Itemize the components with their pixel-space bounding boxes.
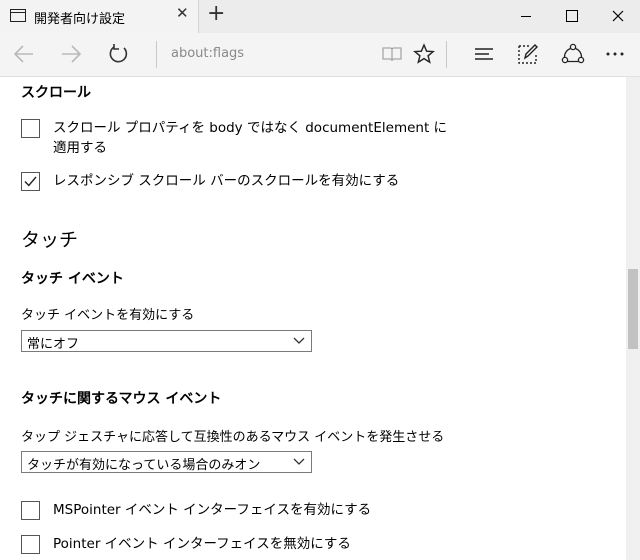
checkmark-icon	[24, 176, 37, 187]
back-icon[interactable]	[12, 43, 36, 65]
tab-title: 開発者向け設定	[34, 12, 126, 27]
flags-page-content: スクロール スクロール プロパティを body ではなく documentEle…	[0, 77, 626, 560]
share-icon[interactable]	[561, 43, 585, 65]
scroll-documentelement-checkbox[interactable]	[21, 119, 40, 138]
maximize-button[interactable]	[549, 0, 595, 32]
browser-tab[interactable]: 開発者向け設定 ✕	[0, 0, 199, 33]
scroll-heading: スクロール	[21, 85, 91, 101]
tab-page-icon	[10, 9, 26, 22]
touch-events-select[interactable]: 常にオフ	[21, 330, 312, 352]
tab-close-button[interactable]: ✕	[176, 6, 189, 21]
responsive-scrollbar-checkbox[interactable]	[21, 172, 40, 191]
more-icon[interactable]	[604, 43, 626, 65]
toolbar-separator	[446, 41, 447, 68]
touch-events-label: タッチ イベントを有効にする	[21, 308, 195, 323]
close-icon	[612, 10, 624, 22]
vertical-scrollbar[interactable]	[626, 77, 640, 560]
favorite-star-icon[interactable]	[413, 43, 435, 65]
responsive-scrollbar-label: レスポンシブ スクロール バーのスクロールを有効にする	[53, 173, 400, 189]
reading-view-icon[interactable]	[381, 43, 403, 65]
close-window-button[interactable]	[595, 0, 640, 32]
navigation-bar: about:flags	[0, 33, 640, 77]
web-note-icon[interactable]	[517, 43, 539, 65]
touch-mouse-select[interactable]: タッチが有効になっている場合のみオン	[21, 451, 312, 473]
mspointer-checkbox[interactable]	[21, 501, 40, 520]
touch-mouse-label: タップ ジェスチャに応答して互換性のあるマウス イベントを発生させる	[21, 430, 445, 445]
touch-mouse-heading: タッチに関するマウス イベント	[21, 391, 222, 407]
touch-category-heading: タッチ	[21, 229, 79, 251]
forward-icon[interactable]	[59, 43, 83, 65]
touch-events-heading: タッチ イベント	[21, 271, 124, 287]
touch-events-select-value: 常にオフ	[27, 337, 80, 352]
address-field[interactable]: about:flags	[171, 46, 244, 61]
hub-icon[interactable]	[473, 43, 497, 65]
address-separator	[156, 41, 157, 68]
minimize-button[interactable]	[503, 0, 549, 32]
refresh-icon[interactable]	[107, 43, 131, 65]
chevron-down-icon	[293, 337, 305, 344]
touch-mouse-select-value: タッチが有効になっている場合のみオン	[27, 458, 261, 473]
pointer-disable-label: Pointer イベント インターフェイスを無効にする	[53, 536, 351, 552]
scrollbar-thumb[interactable]	[628, 269, 638, 349]
tab-bar: 開発者向け設定 ✕ +	[0, 0, 640, 33]
pointer-disable-checkbox[interactable]	[21, 535, 40, 554]
mspointer-label: MSPointer イベント インターフェイスを有効にする	[53, 502, 372, 518]
scroll-documentelement-label: スクロール プロパティを body ではなく documentElement に…	[53, 120, 448, 156]
new-tab-button[interactable]: +	[207, 3, 225, 25]
chevron-down-icon	[293, 458, 305, 465]
